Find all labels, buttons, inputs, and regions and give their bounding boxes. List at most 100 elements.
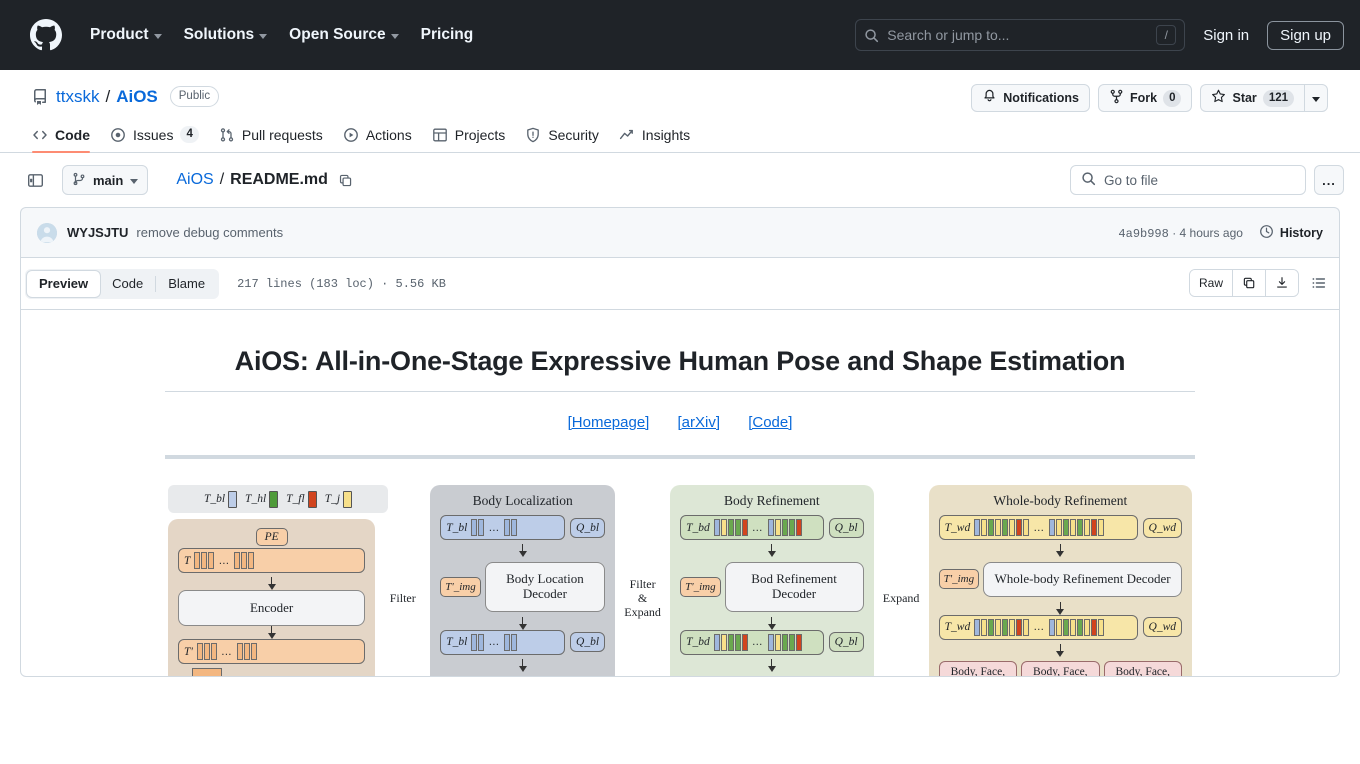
- git-branch-icon: [72, 172, 86, 189]
- decoder-row-body-refinement: T'_img Bod Refinement Decoder: [680, 557, 864, 617]
- file-view-switcher: Preview Code Blame: [25, 268, 220, 299]
- diagram-panel-backbone: T_bl T_hl T_fl T_j PE T … Encoder T' …: [168, 485, 388, 676]
- notifications-label: Notifications: [1003, 91, 1079, 105]
- chevron-down-icon: [130, 178, 139, 184]
- output-box: Body: [742, 675, 802, 676]
- f-img-feature-maps: [178, 668, 230, 676]
- connector-amp-label: &: [637, 591, 648, 606]
- diagram-panel-body-refinement: Body Refinement T_bd … Q_bl T'_img Bod R…: [670, 485, 874, 676]
- go-to-file-input[interactable]: Go to file: [1070, 165, 1306, 195]
- copy-icon[interactable]: [338, 173, 353, 188]
- global-header: Product Solutions Open Source Pricing Se…: [0, 0, 1360, 70]
- tab-pull-requests[interactable]: Pull requests: [211, 127, 331, 152]
- outputs-body-localization: Body Body: [440, 675, 606, 676]
- sidebar-expand-icon[interactable]: [20, 165, 50, 195]
- token-cells: [194, 552, 215, 569]
- chevron-down-icon: [390, 33, 399, 39]
- search-icon: [864, 28, 879, 43]
- t-img-prime-row: T' …: [178, 639, 366, 664]
- decoder-row-body-localization: T'_img Body Location Decoder: [440, 557, 606, 617]
- breadcrumb-repo-link[interactable]: AiOS: [176, 171, 213, 189]
- download-icon[interactable]: [1265, 270, 1298, 296]
- tab-projects[interactable]: Projects: [424, 127, 514, 152]
- star-button[interactable]: Star 121: [1200, 84, 1304, 112]
- history-clock-icon: [1259, 224, 1274, 242]
- tab-security[interactable]: Security: [517, 127, 607, 152]
- t-img-row: T …: [178, 548, 366, 573]
- nav-pricing[interactable]: Pricing: [411, 20, 484, 50]
- nav-solutions-label: Solutions: [183, 26, 255, 43]
- sign-up-button[interactable]: Sign up: [1267, 20, 1344, 50]
- tab-insights[interactable]: Insights: [611, 127, 698, 152]
- ellipsis: …: [220, 645, 233, 658]
- code-icon: [32, 127, 48, 143]
- readme-content: AiOS: All-in-One-Stage Expressive Human …: [21, 310, 1339, 676]
- diagram-legend: T_bl T_hl T_fl T_j: [168, 485, 388, 513]
- panel-title-whole-body-refinement: Whole-body Refinement: [993, 493, 1128, 508]
- copy-raw-icon[interactable]: [1232, 270, 1265, 296]
- avatar[interactable]: [37, 222, 57, 243]
- fork-button[interactable]: Fork 0: [1097, 84, 1193, 112]
- commit-hash[interactable]: 4a9b998: [1118, 227, 1168, 241]
- connector-expand-label: Expand: [882, 591, 920, 606]
- output-box: Body, Face,: [938, 660, 1018, 676]
- shield-icon: [525, 127, 541, 143]
- output-box: Body: [440, 675, 521, 676]
- diagram-panel-whole-body-refinement: Whole-body Refinement T_wd … Q_wd T'_img: [928, 485, 1192, 676]
- code-link[interactable]: [Code]: [748, 414, 792, 431]
- more-options-button[interactable]: ...: [1314, 165, 1344, 195]
- nav-solutions[interactable]: Solutions: [174, 20, 278, 50]
- t-img-prime-input: T'_img: [440, 576, 481, 597]
- view-blame-tab[interactable]: Blame: [156, 271, 217, 297]
- star-count: 121: [1262, 89, 1294, 107]
- tab-actions[interactable]: Actions: [335, 127, 420, 152]
- global-nav: Product Solutions Open Source Pricing: [80, 20, 483, 50]
- branch-selector[interactable]: main: [62, 165, 149, 195]
- github-logo-icon[interactable]: [30, 19, 62, 51]
- history-link[interactable]: History: [1259, 224, 1323, 242]
- nav-open-source[interactable]: Open Source: [279, 20, 408, 50]
- nav-product[interactable]: Product: [80, 20, 172, 50]
- star-dropdown-button[interactable]: [1304, 84, 1328, 112]
- arxiv-link[interactable]: [arXiv]: [678, 414, 721, 431]
- output-box: Body: [680, 675, 739, 676]
- repo-owner-link[interactable]: ttxskk: [56, 87, 99, 107]
- notifications-button[interactable]: Notifications: [971, 84, 1090, 112]
- global-header-right: Search or jump to... / Sign in Sign up: [855, 0, 1344, 70]
- tab-code-label: Code: [55, 127, 90, 143]
- commit-message[interactable]: remove debug comments: [136, 225, 283, 240]
- view-preview-tab[interactable]: Preview: [27, 270, 101, 297]
- whole-body-refinement-decoder: Whole-body Refinement Decoder: [983, 562, 1182, 597]
- twd-tokens-top: T_wd …: [938, 515, 1138, 540]
- panel-title-body-localization: Body Localization: [472, 493, 573, 508]
- legend-swatch-tfl: [307, 490, 317, 508]
- qbl-bottom: Q_bl: [828, 632, 864, 653]
- branch-name: main: [93, 172, 124, 188]
- list-unordered-icon[interactable]: [1309, 275, 1329, 291]
- pe-block: PE: [255, 528, 288, 546]
- raw-button[interactable]: Raw: [1189, 270, 1232, 296]
- repo-separator: /: [105, 86, 111, 106]
- tbl-tokens-top: T_bl …: [440, 515, 566, 540]
- search-input[interactable]: Search or jump to... /: [855, 19, 1186, 51]
- connector-filter-label: Filter: [629, 577, 656, 592]
- sign-in-button[interactable]: Sign in: [1193, 21, 1259, 50]
- commit-author[interactable]: WYJSJTU: [67, 225, 128, 240]
- history-label: History: [1279, 226, 1323, 240]
- chevron-down-icon: [153, 33, 162, 39]
- homepage-link[interactable]: [Homepage]: [568, 414, 650, 431]
- f-img-row: F: [178, 668, 365, 676]
- outputs-whole-body: Body, Face, Body, Face, Body, Face,: [938, 660, 1182, 676]
- t-img-prime-input: T'_img: [938, 569, 980, 590]
- readme-inner: AiOS: All-in-One-Stage Expressive Human …: [165, 346, 1195, 676]
- connector-expand: Expand: [880, 485, 923, 676]
- tab-code[interactable]: Code: [24, 127, 98, 153]
- outputs-body-refinement: Body Body Body, Face,: [680, 675, 864, 676]
- tab-issues[interactable]: Issues 4: [102, 126, 207, 152]
- repo-name-link[interactable]: AiOS: [116, 87, 158, 107]
- file-toolbar: Preview Code Blame 217 lines (183 loc) ·…: [21, 258, 1339, 310]
- readme-links: [Homepage] [arXiv] [Code]: [165, 392, 1195, 455]
- tbd-bottom-row: T_bd … Q_bl: [680, 629, 864, 655]
- view-code-tab[interactable]: Code: [100, 271, 155, 297]
- decoder-row-whole-body: T'_img Whole-body Refinement Decoder: [938, 557, 1182, 602]
